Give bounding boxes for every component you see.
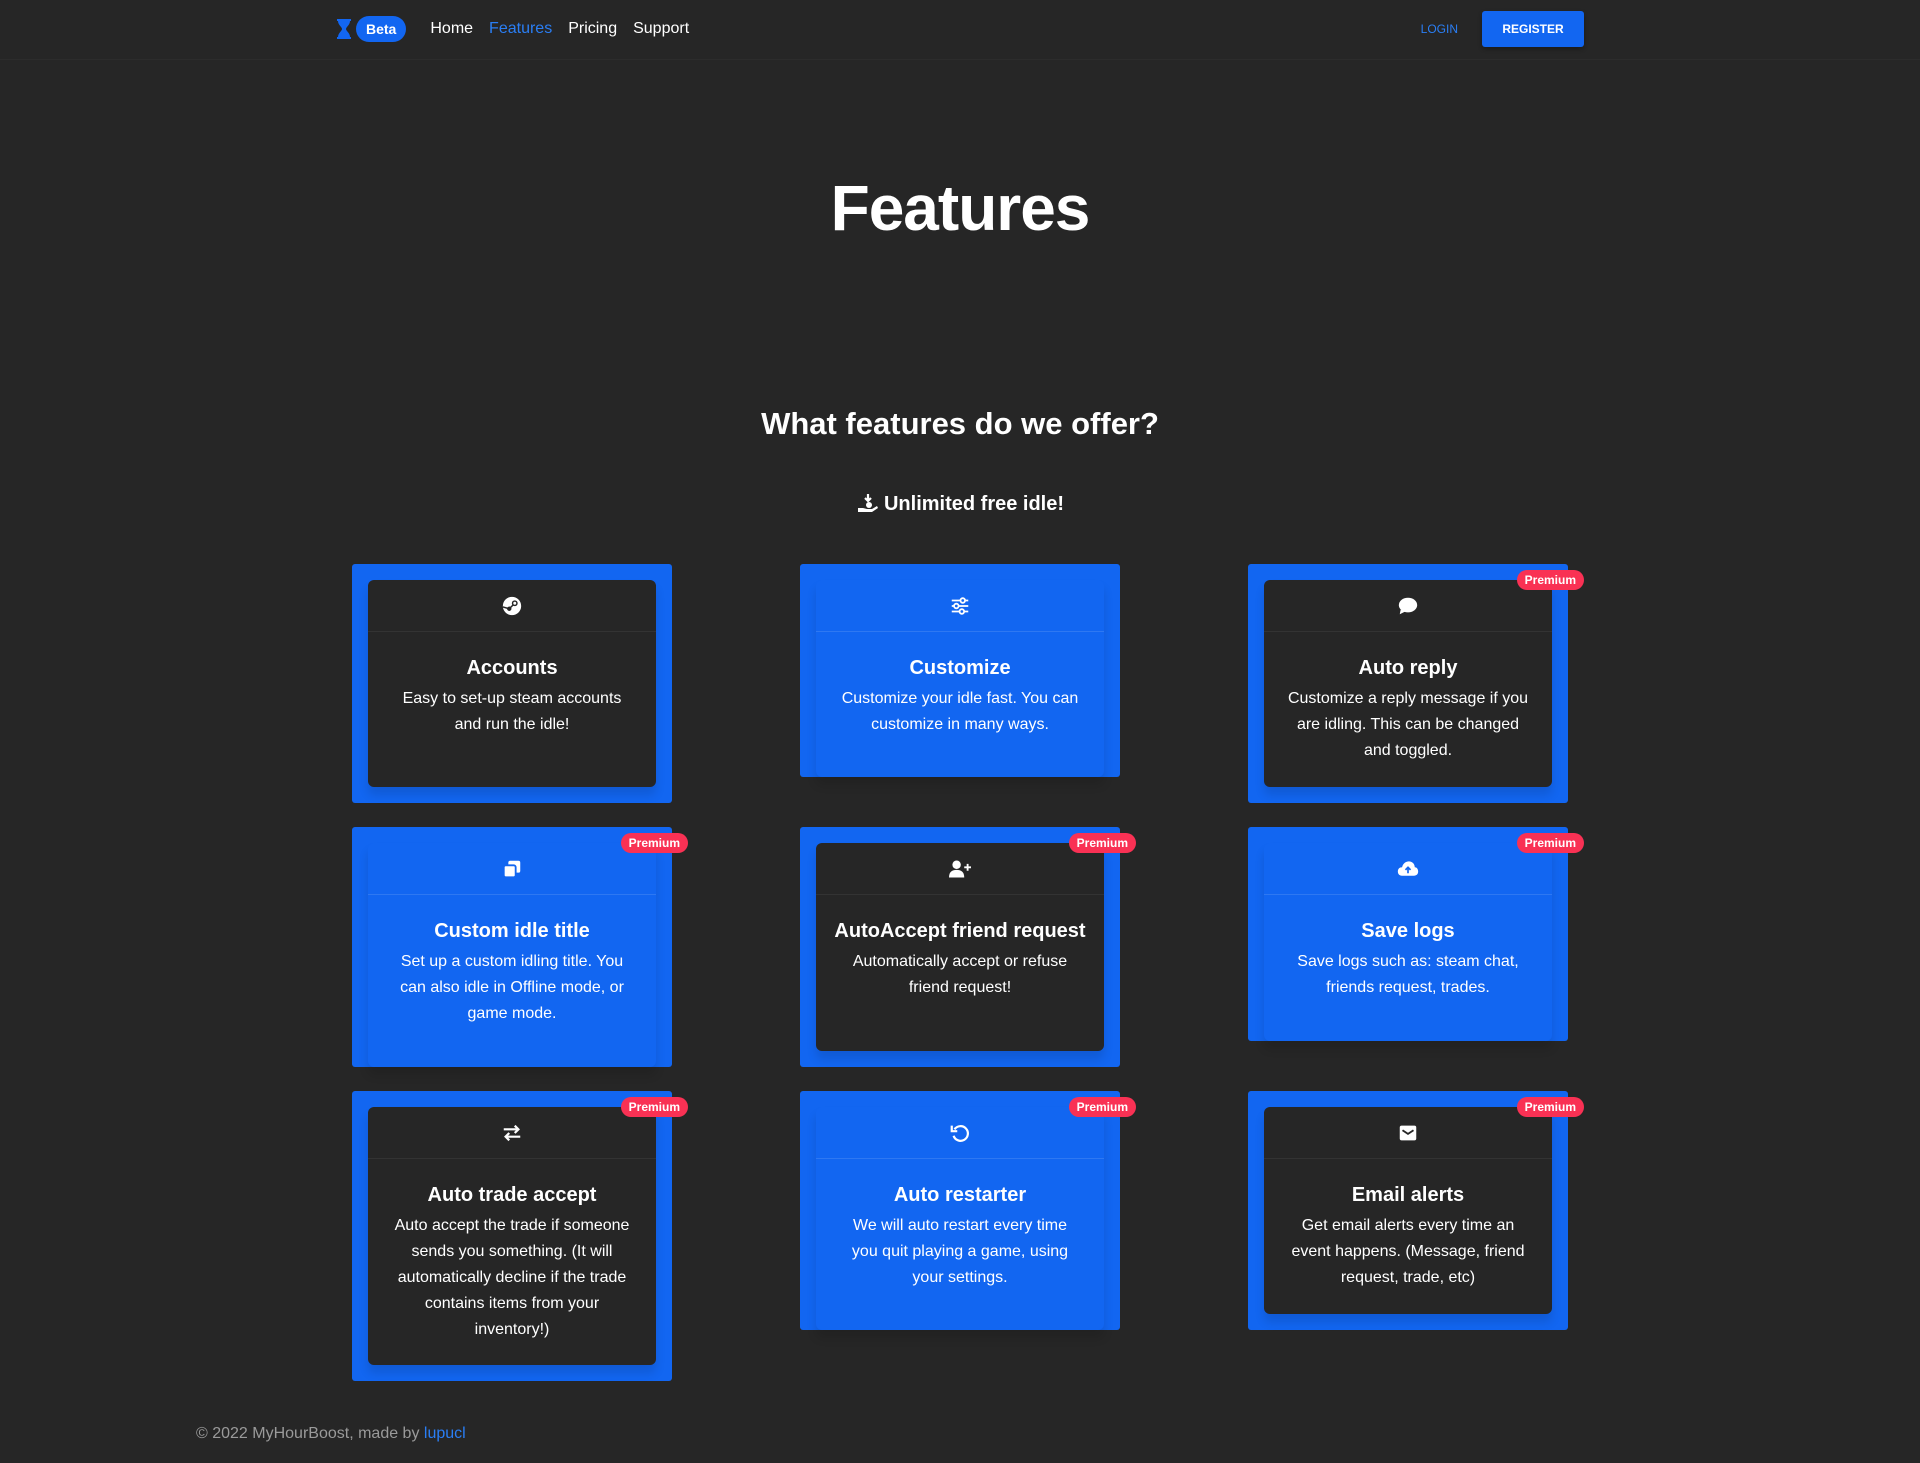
card-icon-row [368,580,656,632]
card-title: AutoAccept friend request [834,920,1086,942]
card-text: Set up a custom idling title. You can al… [400,953,624,1022]
undo-icon [950,1124,969,1142]
card-icon-row [1264,580,1552,632]
card-title: Auto restarter [893,1184,1027,1206]
footer-author-link[interactable]: lupucl [424,1425,466,1442]
card-text: Save logs such as: steam chat, friends r… [1297,953,1519,996]
card-icon-row [816,580,1104,632]
card-body: AutoAccept friend request Automatically … [816,843,1104,1051]
steam-icon [502,596,522,615]
nav-link-home[interactable]: Home [430,19,473,39]
card-title: Auto trade accept [427,1184,597,1206]
card-icon-row [368,843,656,895]
premium-badge: Premium [620,1097,688,1117]
beta-badge: Beta [356,16,407,42]
footer-copyright: © 2022 MyHourBoost, made by [196,1425,420,1442]
card-body: Save logs Save logs such as: steam chat,… [1264,843,1552,1041]
navbar: Beta Home Features Pricing Support LOGIN… [0,0,1920,60]
cloud-upload-icon [1397,860,1419,876]
section-title: What features do we offer? [761,406,1159,441]
card-body: Email alerts Get email alerts every time… [1264,1107,1552,1314]
feature-card-autoaccept-friend: AutoAccept friend request Automatically … [800,827,1136,1067]
card-body: Auto restarter We will auto restart ever… [816,1107,1104,1330]
card-icon-row [816,1107,1104,1159]
card-body: Custom idle title Set up a custom idling… [368,843,656,1067]
comment-icon [1398,597,1418,614]
premium-badge: Premium [1068,1097,1136,1117]
card-title: Email alerts [1351,1184,1465,1206]
page-title: Features [830,172,1091,244]
user-plus-icon [949,860,971,877]
feature-card-auto-restarter: Auto restarter We will auto restart ever… [800,1091,1136,1330]
card-body: Accounts Easy to set-up steam accounts a… [368,580,656,787]
card-body: Auto reply Customize a reply message if … [1264,580,1552,787]
nav-link-features[interactable]: Features [489,19,552,39]
card-title: Customize [909,657,1011,679]
hand-holding-icon [857,494,878,512]
card-text: Get email alerts every time an event hap… [1291,1217,1525,1286]
card-text: Customize a reply message if you are idl… [1287,690,1529,759]
card-icon-row [1264,843,1552,895]
nav-actions: LOGIN REGISTER [1397,11,1584,47]
nav-link-support[interactable]: Support [633,19,689,39]
card-body: Customize Customize your idle fast. You … [816,580,1104,777]
card-icon-row [1264,1107,1552,1159]
premium-badge: Premium [620,833,688,853]
brand-logo[interactable]: Beta [336,0,407,58]
card-icon-row [816,843,1104,895]
card-body: Auto trade accept Auto accept the trade … [368,1107,656,1365]
card-text: We will auto restart every time you quit… [851,1217,1069,1286]
feature-card-custom-idle-title: Custom idle title Set up a custom idling… [352,827,688,1067]
footer: © 2022 MyHourBoost, made by lupucl [196,1422,466,1446]
feature-card-auto-trade-accept: Auto trade accept Auto accept the trade … [352,1091,688,1381]
card-icon-row [368,1107,656,1159]
sliders-icon [951,596,969,615]
premium-badge: Premium [1516,833,1584,853]
premium-badge: Premium [1516,1097,1584,1117]
login-button[interactable]: LOGIN [1397,12,1482,46]
card-text: Auto accept the trade if someone sends y… [394,1217,630,1338]
exchange-icon [503,1124,521,1141]
premium-badge: Premium [1516,570,1584,590]
register-button[interactable]: REGISTER [1482,11,1584,47]
nav-links: Home Features Pricing Support [430,19,705,39]
envelope-icon [1399,1125,1417,1140]
feature-card-save-logs: Save logs Save logs such as: steam chat,… [1248,827,1584,1041]
hourglass-icon [337,19,351,39]
card-text: Easy to set-up steam accounts and run th… [402,690,622,733]
premium-badge: Premium [1068,833,1136,853]
free-idle-line: Unlimited free idle! [0,490,1920,518]
nav-link-pricing[interactable]: Pricing [568,19,617,39]
navbar-inner: Beta Home Features Pricing Support LOGIN… [336,0,1584,58]
feature-card-email-alerts: Email alerts Get email alerts every time… [1248,1091,1584,1330]
card-title: Accounts [466,657,558,679]
free-idle-text: Unlimited free idle! [883,493,1065,515]
card-text: Customize your idle fast. You can custom… [841,690,1079,733]
feature-card-auto-reply: Auto reply Customize a reply message if … [1248,564,1584,803]
feature-card-customize: Customize Customize your idle fast. You … [800,564,1120,777]
card-title: Save logs [1361,920,1455,942]
feature-card-accounts: Accounts Easy to set-up steam accounts a… [352,564,672,803]
card-title: Custom idle title [434,920,590,942]
card-title: Auto reply [1358,657,1458,679]
clone-icon [502,860,521,878]
card-text: Automatically accept or refuse friend re… [852,953,1068,996]
